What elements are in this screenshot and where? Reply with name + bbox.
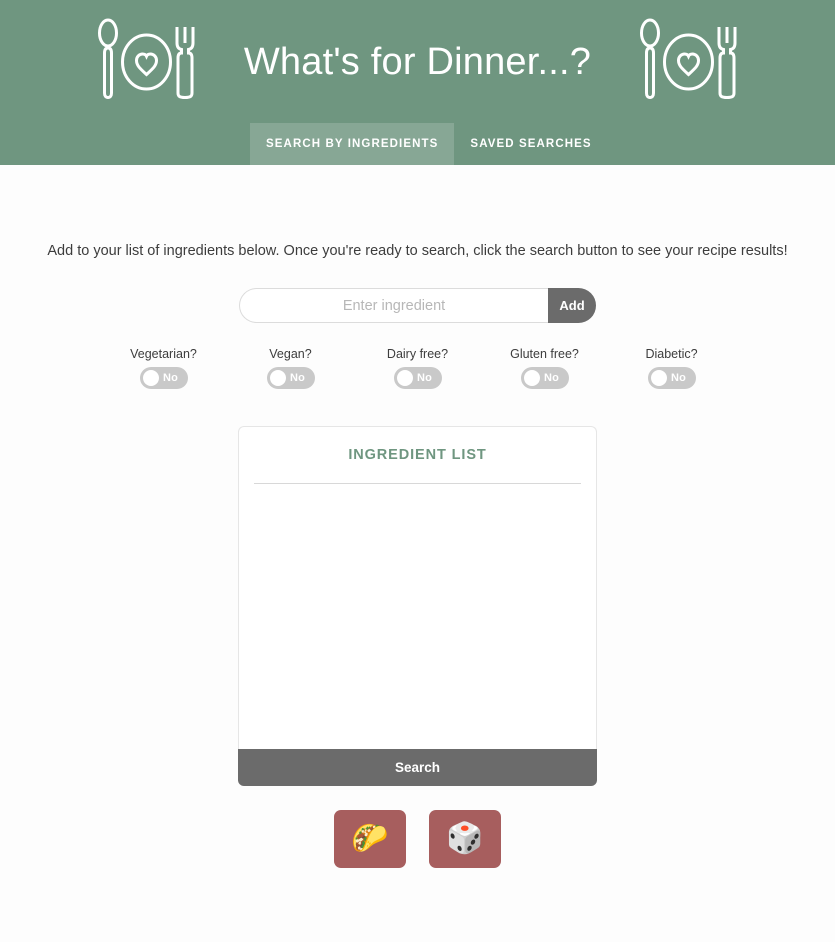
tab-search-by-ingredients[interactable]: Search by ingredients xyxy=(250,123,455,165)
toggle-knob-icon xyxy=(650,370,667,387)
toggle-knob-icon xyxy=(396,370,413,387)
ingredient-list-panel: Ingredient List Search xyxy=(238,426,597,787)
spoon-plate-heart-fork-logo-right xyxy=(631,15,746,110)
filter-diabetic-label: Diabetic? xyxy=(645,347,698,362)
add-ingredient-button[interactable]: Add xyxy=(548,288,596,324)
filter-vegetarian: Vegetarian? No xyxy=(119,347,209,390)
page-title: What's for Dinner...? xyxy=(243,41,592,83)
filter-diabetic: Diabetic? No xyxy=(627,347,717,390)
filter-vegetarian-state: No xyxy=(162,372,179,385)
toggle-knob-icon xyxy=(142,370,159,387)
filter-dairy-free-toggle[interactable]: No xyxy=(393,367,442,390)
spoon-plate-heart-fork-logo-left xyxy=(89,15,204,110)
app-header: What's for Dinner...? Search by ingredie… xyxy=(0,0,835,165)
ingredient-items-container[interactable] xyxy=(254,484,581,749)
ingredient-list-body: Ingredient List xyxy=(238,426,597,750)
filter-gluten-free: Gluten free? No xyxy=(500,347,590,390)
dietary-filter-toggles: Vegetarian? No Vegan? No Dairy free? No … xyxy=(119,347,717,390)
instructions-text: Add to your list of ingredients below. O… xyxy=(47,243,788,259)
filter-dairy-free-label: Dairy free? xyxy=(386,347,449,362)
filter-vegetarian-label: Vegetarian? xyxy=(130,347,197,362)
filter-vegan-state: No xyxy=(289,372,306,385)
dice-icon: 🎲 xyxy=(446,821,484,857)
tab-saved-searches[interactable]: Saved searches xyxy=(454,123,607,165)
filter-dairy-free: Dairy free? No xyxy=(373,347,463,390)
filter-diabetic-toggle[interactable]: No xyxy=(647,367,696,390)
toggle-knob-icon xyxy=(269,370,286,387)
dice-button[interactable]: 🎲 xyxy=(429,810,501,869)
filter-dairy-free-state: No xyxy=(416,372,433,385)
filter-diabetic-state: No xyxy=(670,372,687,385)
filter-vegan-label: Vegan? xyxy=(269,347,312,362)
quick-action-buttons: 🌮 🎲 xyxy=(334,810,501,869)
taco-icon: 🌮 xyxy=(351,821,389,857)
filter-gluten-free-label: Gluten free? xyxy=(510,347,579,362)
ingredient-list-title: Ingredient List xyxy=(348,447,487,464)
toggle-knob-icon xyxy=(523,370,540,387)
search-button[interactable]: Search xyxy=(238,749,597,787)
filter-gluten-free-toggle[interactable]: No xyxy=(520,367,569,390)
header-brand-row: What's for Dinner...? xyxy=(0,0,835,125)
add-ingredient-row: Add xyxy=(239,288,596,324)
filter-vegetarian-toggle[interactable]: No xyxy=(139,367,188,390)
main-content: Add to your list of ingredients below. O… xyxy=(0,165,835,869)
ingredient-input[interactable] xyxy=(239,288,548,324)
taco-button[interactable]: 🌮 xyxy=(334,810,406,869)
filter-vegan: Vegan? No xyxy=(246,347,336,390)
filter-gluten-free-state: No xyxy=(543,372,560,385)
header-tabs: Search by ingredients Saved searches xyxy=(250,123,608,165)
filter-vegan-toggle[interactable]: No xyxy=(266,367,315,390)
